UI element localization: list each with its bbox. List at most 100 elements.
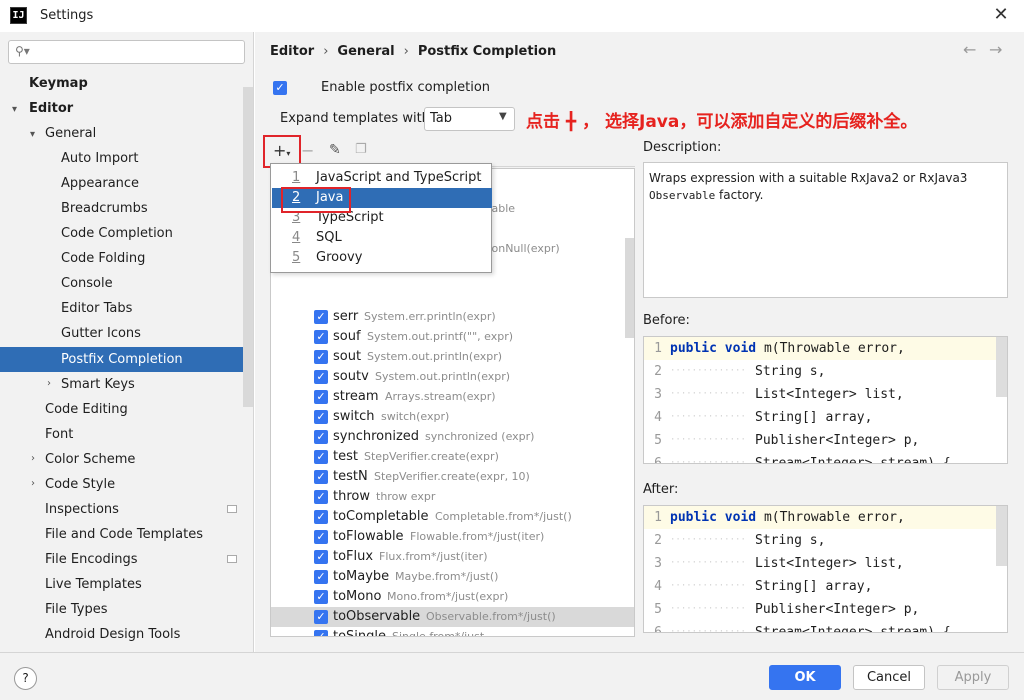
chevron-right-icon[interactable]: › (47, 378, 51, 389)
code-scrollbar[interactable] (996, 506, 1007, 566)
code-fragment: Stream<Integer> stream) { (755, 456, 951, 464)
chevron-down-icon[interactable]: ▾ (30, 129, 35, 140)
window-title: Settings (40, 8, 94, 23)
before-code-preview: 1 public void m(Throwable error, 2 ········… (643, 336, 1008, 464)
template-description: StepVerifier.create(expr, 10) (374, 470, 530, 483)
sidebar-item-font[interactable]: Font (45, 422, 73, 447)
template-checkbox[interactable]: ✓ (314, 630, 328, 636)
line-number: 2 (654, 533, 662, 548)
sidebar-item-file-encodings[interactable]: File Encodings (45, 547, 138, 572)
sidebar-item-smart-keys[interactable]: Smart Keys (61, 372, 135, 397)
line-number: 5 (654, 602, 662, 617)
template-description: Maybe.from*/just() (395, 570, 499, 583)
template-checkbox[interactable]: ✓ (314, 530, 328, 544)
template-checkbox[interactable]: ✓ (314, 610, 328, 624)
chevron-down-icon[interactable]: ▾ (12, 104, 17, 115)
expand-key-select[interactable]: Tab ▼ (424, 107, 515, 131)
chevron-right-icon[interactable]: › (31, 453, 35, 464)
cancel-button[interactable]: Cancel (853, 665, 925, 690)
code-line: 2 ·············· String s, (644, 360, 996, 383)
popup-item-sql[interactable]: 4 SQL (272, 228, 492, 248)
template-row[interactable]: ✓ stream Arrays.stream(expr) (271, 387, 634, 407)
enable-postfix-label: Enable postfix completion (321, 80, 491, 95)
template-row[interactable]: ✓ toCompletable Completable.from*/just() (271, 507, 634, 527)
template-description: Arrays.stream(expr) (385, 390, 496, 403)
popup-item-javascript[interactable]: 1 JavaScript and TypeScript (272, 168, 492, 188)
template-checkbox[interactable]: ✓ (314, 370, 328, 384)
sidebar-item-android-design-tools[interactable]: Android Design Tools (45, 622, 180, 647)
sidebar-item-breadcrumbs[interactable]: Breadcrumbs (61, 196, 148, 221)
sidebar-item-keymap[interactable]: Keymap (29, 71, 88, 96)
edit-icon[interactable]: ✎ (329, 142, 341, 158)
whitespace-marker: ·············· (670, 458, 746, 464)
template-row[interactable]: ✓ synchronized synchronized (expr) (271, 427, 634, 447)
template-checkbox[interactable]: ✓ (314, 470, 328, 484)
template-checkbox[interactable]: ✓ (314, 570, 328, 584)
sidebar-item-code-completion[interactable]: Code Completion (61, 221, 173, 246)
template-row[interactable]: ✓ throw throw expr (271, 487, 634, 507)
sidebar-item-gutter-icons[interactable]: Gutter Icons (61, 321, 141, 346)
chevron-right-icon[interactable]: › (31, 478, 35, 489)
template-row[interactable]: ✓ souf System.out.printf("", expr) (271, 327, 634, 347)
template-description: Flowable.from*/just(iter) (410, 530, 545, 543)
ok-button[interactable]: OK (769, 665, 841, 690)
remove-icon[interactable]: − (301, 141, 314, 160)
template-checkbox[interactable]: ✓ (314, 490, 328, 504)
sidebar-item-postfix-completion[interactable]: Postfix Completion (0, 347, 253, 372)
template-checkbox[interactable]: ✓ (314, 350, 328, 364)
sidebar-item-editor-tabs[interactable]: Editor Tabs (61, 296, 132, 321)
template-checkbox[interactable]: ✓ (314, 430, 328, 444)
sidebar-item-live-templates[interactable]: Live Templates (45, 572, 142, 597)
template-row[interactable]: ✓ toMaybe Maybe.from*/just() (271, 567, 634, 587)
sidebar-item-auto-import[interactable]: Auto Import (61, 146, 138, 171)
sidebar-scrollbar[interactable] (243, 87, 253, 407)
sidebar-item-color-scheme[interactable]: Color Scheme (45, 447, 135, 472)
apply-button[interactable]: Apply (937, 665, 1009, 690)
forward-arrow-icon[interactable]: → (989, 40, 1002, 59)
template-row[interactable]: ✓ toFlux Flux.from*/just(iter) (271, 547, 634, 567)
template-checkbox[interactable]: ✓ (314, 550, 328, 564)
breadcrumb-separator: › (403, 44, 409, 59)
template-row[interactable]: ✓ toSingle Single.from*/just (271, 627, 634, 636)
template-checkbox[interactable]: ✓ (314, 590, 328, 604)
template-checkbox[interactable]: ✓ (314, 510, 328, 524)
template-row[interactable]: ✓ toFlowable Flowable.from*/just(iter) (271, 527, 634, 547)
template-row[interactable]: ✓ toObservable Observable.from*/just() (271, 607, 634, 627)
template-row[interactable]: ✓ switch switch(expr) (271, 407, 634, 427)
template-key: serr (333, 309, 359, 324)
template-checkbox[interactable]: ✓ (314, 330, 328, 344)
sidebar-item-code-folding[interactable]: Code Folding (61, 246, 145, 271)
language-popup-menu: 1 JavaScript and TypeScript 2 Java 3 TypeSc… (270, 163, 492, 273)
template-row[interactable]: ✓ serr System.err.println(expr) (271, 307, 634, 327)
sidebar-item-console[interactable]: Console (61, 271, 113, 296)
enable-postfix-checkbox[interactable]: ✓ (273, 81, 287, 95)
template-key: toMaybe (333, 569, 390, 584)
template-row[interactable]: ✓ test StepVerifier.create(expr) (271, 447, 634, 467)
help-icon[interactable]: ? (14, 667, 37, 690)
sidebar-item-general[interactable]: General (45, 121, 96, 146)
template-checkbox[interactable]: ✓ (314, 390, 328, 404)
popup-item-groovy[interactable]: 5 Groovy (272, 248, 492, 268)
sidebar-item-appearance[interactable]: Appearance (61, 171, 139, 196)
template-row[interactable]: ✓ testN StepVerifier.create(expr, 10) (271, 467, 634, 487)
template-checkbox[interactable]: ✓ (314, 310, 328, 324)
template-row[interactable]: ✓ toMono Mono.from*/just(expr) (271, 587, 634, 607)
sidebar-item-file-types[interactable]: File Types (45, 597, 108, 622)
template-checkbox[interactable]: ✓ (314, 450, 328, 464)
copy-icon[interactable]: ❐ (355, 142, 367, 157)
sidebar-item-inspections[interactable]: Inspections (45, 497, 119, 522)
template-row[interactable]: ✓ soutv System.out.println(expr) (271, 367, 634, 387)
whitespace-marker: ·············· (670, 412, 746, 422)
sidebar-item-editor[interactable]: Editor (29, 96, 73, 121)
close-icon[interactable]: ✕ (990, 4, 1012, 26)
back-arrow-icon[interactable]: ← (963, 40, 976, 59)
sidebar-item-code-editing[interactable]: Code Editing (45, 397, 128, 422)
whitespace-marker: ·············· (670, 558, 746, 568)
code-scrollbar[interactable] (996, 337, 1007, 397)
sidebar-item-file-code-templates[interactable]: File and Code Templates (45, 522, 203, 547)
whitespace-marker: ·············· (670, 435, 746, 445)
template-row[interactable]: ✓ sout System.out.println(expr) (271, 347, 634, 367)
template-checkbox[interactable]: ✓ (314, 410, 328, 424)
search-input[interactable]: ⚲▾ (8, 40, 245, 64)
sidebar-item-code-style[interactable]: Code Style (45, 472, 115, 497)
